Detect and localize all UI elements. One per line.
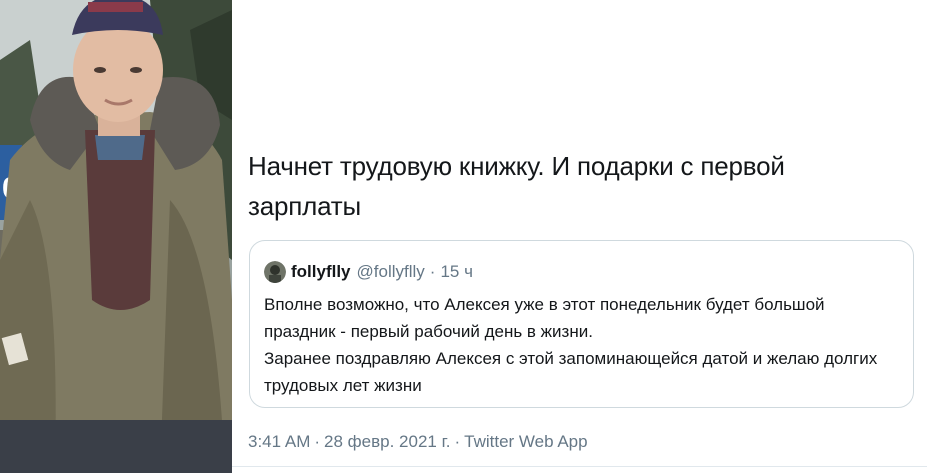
divider	[232, 466, 927, 467]
quoted-body-line: Заранее поздравляю Алексея с этой запоми…	[264, 349, 878, 368]
quoted-tweet-body: Вполне возможно, что Алексея уже в этот …	[264, 291, 904, 399]
quoted-body-line: Вполне возможно, что Алексея уже в этот …	[264, 295, 825, 314]
quoted-body-line: праздник - первый рабочий день в жизни.	[264, 322, 593, 341]
quoted-body-line: трудовых лет жизни	[264, 376, 422, 395]
quoted-tweet-time[interactable]: 15 ч	[440, 262, 473, 282]
quoted-tweet-card[interactable]: follyflly @follyflly · 15 ч Вполне возмо…	[249, 240, 914, 408]
separator-dot: ·	[314, 432, 321, 451]
tweet-text-line: зарплаты	[248, 191, 361, 221]
quoted-tweet-header: follyflly @follyflly · 15 ч	[264, 260, 473, 284]
attached-photo[interactable]: 0	[0, 0, 232, 473]
tweet-source[interactable]: Twitter Web App	[464, 432, 587, 451]
tweet-text-line: Начнет трудовую книжку. И подарки с перв…	[248, 151, 785, 181]
avatar[interactable]	[264, 261, 286, 283]
quoted-author-name[interactable]: follyflly	[291, 262, 351, 282]
tweet-date[interactable]: 28 февр. 2021 г.	[324, 432, 450, 451]
tweet-screenshot: 0 Начнет трудовую книжк	[0, 0, 927, 473]
tweet-timestamp[interactable]: 3:41 AM	[248, 432, 310, 451]
tweet-text: Начнет трудовую книжку. И подарки с перв…	[248, 146, 888, 226]
separator-dot: ·	[454, 432, 461, 451]
separator-dot: ·	[429, 262, 436, 281]
quoted-author-handle[interactable]: @follyflly	[357, 262, 425, 282]
tweet-meta: 3:41 AM · 28 февр. 2021 г. · Twitter Web App	[248, 432, 588, 452]
